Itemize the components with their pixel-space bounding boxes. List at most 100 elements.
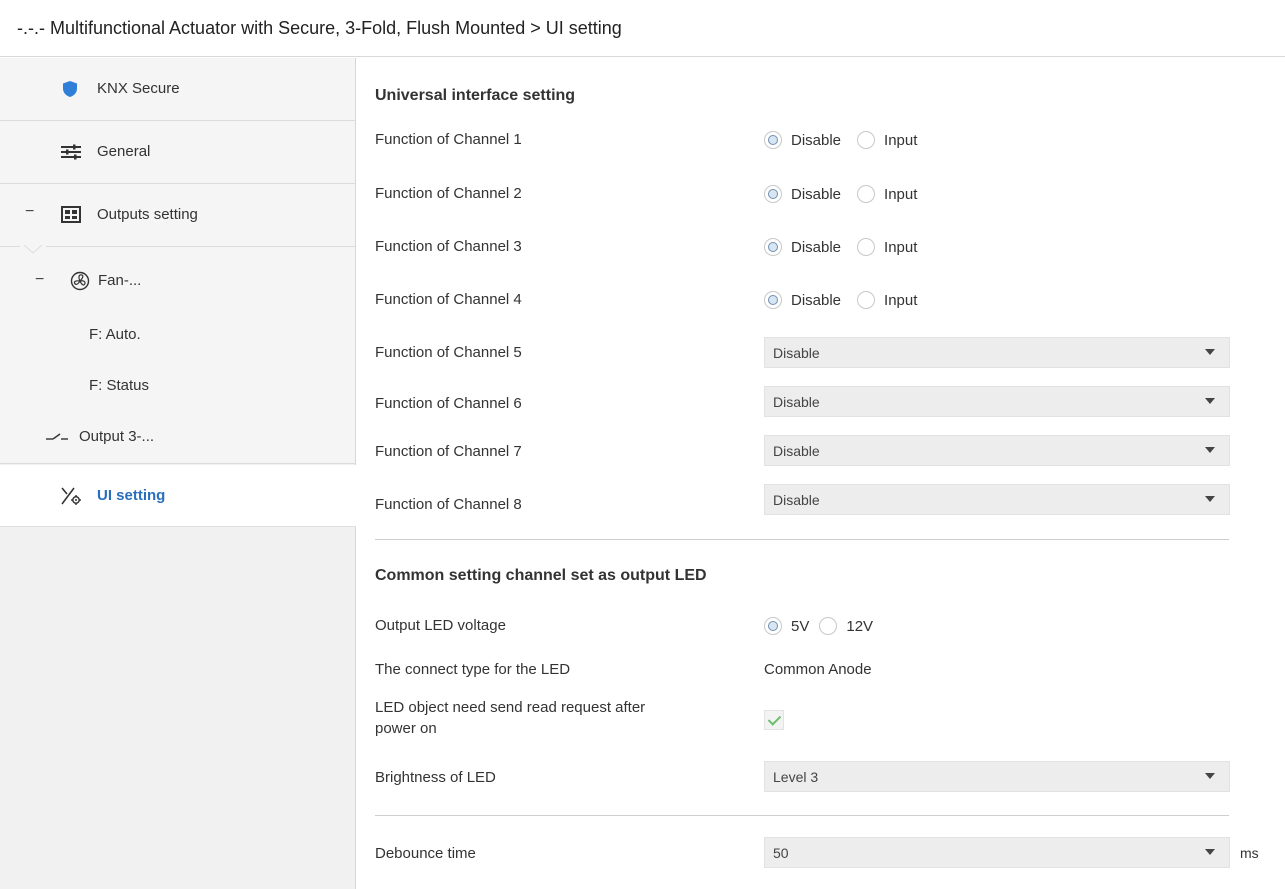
select-value: Disable [773, 394, 820, 410]
collapse-icon[interactable]: − [25, 203, 34, 221]
connect-type-value: Common Anode [764, 661, 872, 678]
select-value: Disable [773, 345, 820, 361]
radio-selected-icon [764, 238, 782, 256]
sidebar-item-outputs-setting[interactable]: − Outputs setting [0, 184, 355, 246]
sidebar-item-label: General [97, 143, 151, 160]
shield-icon [63, 81, 77, 97]
channel-3-input-radio[interactable]: Input [857, 238, 917, 256]
chevron-down-icon [1205, 849, 1215, 855]
channel-4-radio-group: Disable Input [764, 291, 933, 309]
chevron-down-icon [1205, 398, 1215, 404]
collapse-icon[interactable]: − [35, 271, 44, 289]
select-value: Level 3 [773, 769, 819, 785]
sidebar-item-label: Fan-... [98, 272, 142, 289]
sidebar-item-knx-secure[interactable]: KNX Secure [0, 58, 355, 120]
sidebar-item-f-auto[interactable]: F: Auto. [0, 310, 355, 362]
chevron-down-icon [1205, 447, 1215, 453]
sidebar-item-label: UI setting [97, 487, 166, 504]
radio-label: Disable [791, 291, 842, 309]
radio-selected-icon [764, 131, 782, 149]
grid-icon [61, 206, 81, 223]
channel-2-label: Function of Channel 2 [375, 185, 522, 202]
channel-2-radio-group: Disable Input [764, 185, 933, 203]
read-request-label-line2: power on [375, 720, 437, 737]
sidebar-item-ui-setting[interactable]: UI setting [0, 465, 356, 527]
channel-4-disable-radio[interactable]: Disable [764, 291, 841, 309]
debounce-unit: ms [1240, 845, 1259, 861]
channel-5-label: Function of Channel 5 [375, 344, 522, 361]
channel-3-label: Function of Channel 3 [375, 238, 522, 255]
debounce-time-label: Debounce time [375, 845, 476, 862]
sidebar-item-label: F: Status [89, 377, 150, 394]
sidebar-item-fan[interactable]: − Fan-... [0, 254, 355, 310]
channel-1-label: Function of Channel 1 [375, 131, 522, 148]
sidebar-item-label: KNX Secure [97, 80, 180, 97]
radio-label: Disable [791, 185, 842, 203]
sidebar-item-label: F: Auto. [89, 326, 141, 343]
select-value: 50 [773, 845, 789, 861]
channel-8-label: Function of Channel 8 [375, 496, 522, 513]
parameter-panel: Universal interface setting Function of … [357, 58, 1285, 889]
sidebar-group: KNX Secure General − Outputs setting − F… [0, 58, 355, 464]
channel-3-disable-radio[interactable]: Disable [764, 238, 841, 256]
radio-label: Input [884, 238, 918, 256]
connect-type-label: The connect type for the LED [375, 661, 571, 678]
radio-empty-icon [819, 617, 838, 635]
radio-empty-icon [857, 238, 876, 256]
channel-4-label: Function of Channel 4 [375, 291, 522, 308]
channel-6-label: Function of Channel 6 [375, 395, 522, 412]
sidebar: KNX Secure General − Outputs setting − F… [0, 58, 356, 889]
brightness-label: Brightness of LED [375, 769, 496, 786]
channel-6-select[interactable]: Disable [764, 386, 1230, 417]
radio-selected-icon [764, 291, 782, 309]
debounce-time-select[interactable]: 50 [764, 837, 1230, 868]
radio-label: Disable [791, 238, 842, 256]
brightness-select[interactable]: Level 3 [764, 761, 1230, 792]
channel-1-radio-group: Disable Input [764, 131, 933, 149]
channel-8-select[interactable]: Disable [764, 484, 1230, 515]
sidebar-item-f-status[interactable]: F: Status [0, 362, 355, 412]
read-request-label-line1: LED object need send read request after [375, 699, 646, 716]
channel-2-disable-radio[interactable]: Disable [764, 185, 841, 203]
select-value: Disable [773, 492, 820, 508]
radio-label: Input [884, 185, 918, 203]
led-voltage-12v-radio[interactable]: 12V [819, 617, 873, 635]
chevron-down-icon [1205, 349, 1215, 355]
sidebar-item-label: Outputs setting [97, 206, 198, 223]
radio-empty-icon [857, 131, 876, 149]
read-request-checkbox[interactable] [764, 710, 784, 730]
sliders-icon [61, 144, 81, 160]
fan-icon [70, 271, 90, 291]
channel-1-disable-radio[interactable]: Disable [764, 131, 841, 149]
sidebar-item-general[interactable]: General [0, 121, 355, 183]
switch-icon [46, 433, 68, 440]
section-title-universal: Universal interface setting [375, 87, 576, 104]
channel-7-label: Function of Channel 7 [375, 443, 522, 460]
section-title-led: Common setting channel set as output LED [375, 567, 707, 584]
channel-2-input-radio[interactable]: Input [857, 185, 917, 203]
led-voltage-5v-radio[interactable]: 5V [764, 617, 809, 635]
channel-3-radio-group: Disable Input [764, 238, 933, 256]
divider [0, 246, 20, 247]
radio-label: Input [884, 291, 918, 309]
sidebar-item-output-3[interactable]: Output 3-... [0, 412, 355, 464]
led-voltage-radio-group: 5V 12V [764, 617, 889, 635]
radio-label: 5V [791, 617, 810, 635]
select-value: Disable [773, 443, 820, 459]
radio-label: 12V [846, 617, 874, 635]
section-divider [375, 539, 1229, 540]
radio-selected-icon [764, 185, 782, 203]
led-voltage-label: Output LED voltage [375, 617, 506, 634]
channel-1-input-radio[interactable]: Input [857, 131, 917, 149]
channel-5-select[interactable]: Disable [764, 337, 1230, 368]
channel-7-select[interactable]: Disable [764, 435, 1230, 466]
channel-4-input-radio[interactable]: Input [857, 291, 917, 309]
divider [46, 246, 355, 247]
radio-empty-icon [857, 185, 876, 203]
radio-label: Input [884, 131, 918, 149]
sidebar-item-label: Output 3-... [79, 428, 155, 445]
section-divider [375, 815, 1229, 816]
radio-selected-icon [764, 617, 782, 635]
ui-setting-icon [61, 487, 81, 505]
page-title: -.-.- Multifunctional Actuator with Secu… [17, 18, 622, 38]
